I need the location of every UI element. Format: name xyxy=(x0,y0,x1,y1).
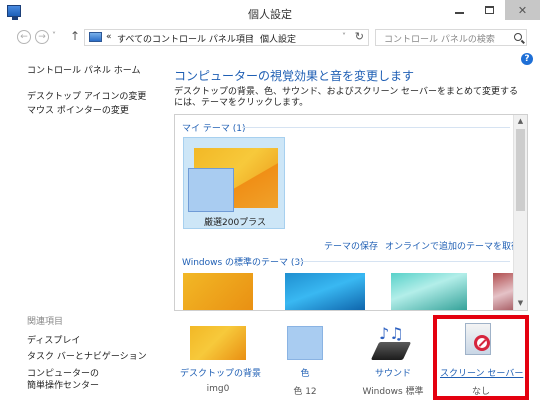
desktop-background-value: img0 xyxy=(206,384,230,394)
close-icon: ✕ xyxy=(517,3,528,17)
up-button[interactable]: ↑ xyxy=(70,29,80,43)
search-input[interactable]: コントロール パネルの検索 xyxy=(375,29,527,46)
my-themes-group-label: マイ テーマ (1) xyxy=(182,124,246,134)
see-also-display-link[interactable]: ディスプレイ xyxy=(27,333,80,346)
search-icon[interactable] xyxy=(514,33,522,41)
address-dropdown-icon[interactable]: ˅ xyxy=(342,32,346,41)
sidebar-home-link[interactable]: コントロール パネル ホーム xyxy=(27,63,140,76)
group-divider xyxy=(297,261,510,262)
control-panel-icon xyxy=(89,32,102,42)
music-notes-icon: ♪♫ xyxy=(379,324,404,343)
address-bar[interactable]: « すべてのコントロール パネル項目 › 個人設定 ˅ ↻ xyxy=(84,29,369,46)
back-arrow-icon: ← xyxy=(20,32,28,42)
sound-label[interactable]: サウンド xyxy=(358,366,428,379)
page-description: デスクトップの背景、色、サウンド、およびスクリーン セーバーをまとめて変更するに… xyxy=(174,87,518,108)
breadcrumb-all-items[interactable]: すべてのコントロール パネル項目 xyxy=(117,32,254,45)
color-label[interactable]: 色 xyxy=(275,366,335,379)
search-placeholder: コントロール パネルの検索 xyxy=(384,35,495,45)
scrollbar-thumb[interactable] xyxy=(516,129,525,211)
color-icon[interactable] xyxy=(287,326,323,360)
desktop-background-label[interactable]: デスクトップの背景 xyxy=(180,366,261,379)
refresh-icon[interactable]: ↻ xyxy=(355,30,364,43)
minimize-icon xyxy=(454,12,464,14)
group-divider xyxy=(242,127,510,128)
theme-list: マイ テーマ (1) 厳選200プラス テーマの保存 オンラインで追加のテーマを… xyxy=(174,114,528,311)
color-item[interactable]: 色 色 12 xyxy=(275,366,335,397)
navigation-bar: ← → ˅ ↑ « すべてのコントロール パネル項目 › 個人設定 ˅ ↻ コン… xyxy=(0,26,540,48)
speaker-icon xyxy=(370,342,412,360)
breadcrumb-overflow[interactable]: « xyxy=(106,32,112,42)
desktop-background-item[interactable]: デスクトップの背景 img0 xyxy=(180,366,261,394)
back-button[interactable]: ← xyxy=(17,30,31,44)
sound-item[interactable]: サウンド Windows 標準 xyxy=(358,366,428,397)
see-also-taskbar-link[interactable]: タスク バーとナビゲーション xyxy=(27,349,147,362)
theme-item[interactable] xyxy=(391,273,467,310)
get-more-themes-link[interactable]: オンラインで追加のテーマを取得 xyxy=(385,239,520,252)
default-themes-group-label: Windows の標準のテーマ (3) xyxy=(182,258,304,268)
breadcrumb-personalization[interactable]: 個人設定 xyxy=(260,32,296,45)
desktop-background-icon[interactable] xyxy=(190,326,246,360)
sidebar-desktop-icons-link[interactable]: デスクトップ アイコンの変更 xyxy=(27,89,146,102)
forward-arrow-icon: → xyxy=(38,32,46,42)
sidebar-mouse-pointer-link[interactable]: マウス ポインターの変更 xyxy=(27,103,129,116)
up-arrow-icon: ↑ xyxy=(70,29,81,43)
chevron-down-icon: ˅ xyxy=(52,31,56,40)
help-icon[interactable]: ? xyxy=(521,53,533,65)
theme-color-swatch xyxy=(188,168,234,212)
maximize-icon xyxy=(484,6,494,14)
scroll-up-icon[interactable]: ▲ xyxy=(514,115,527,128)
sound-icon[interactable]: ♪♫ xyxy=(370,324,412,362)
theme-name: 厳選200プラス xyxy=(204,218,266,228)
see-also-title: 関連項目 xyxy=(27,317,64,327)
save-theme-link[interactable]: テーマの保存 xyxy=(324,239,378,252)
theme-item-selected[interactable]: 厳選200プラス xyxy=(183,137,285,229)
sound-value: Windows 標準 xyxy=(362,387,424,397)
see-also-ease-of-access-link-line2[interactable]: 簡単操作センター xyxy=(27,378,99,391)
breadcrumb-separator: › xyxy=(250,32,254,42)
theme-item[interactable] xyxy=(285,273,365,310)
forward-button[interactable]: → xyxy=(35,30,49,44)
color-value: 色 12 xyxy=(293,387,317,397)
recent-locations-button[interactable]: ˅ xyxy=(52,31,56,40)
highlight-box xyxy=(433,315,529,400)
theme-item[interactable] xyxy=(183,273,253,310)
vertical-scrollbar[interactable]: ▲ ▼ xyxy=(513,115,527,310)
title-bar: 個人設定 ✕ xyxy=(0,0,540,26)
maximize-button[interactable] xyxy=(474,0,504,20)
minimize-button[interactable] xyxy=(444,0,474,20)
close-button[interactable]: ✕ xyxy=(505,0,540,20)
page-title: コンピューターの視覚効果と音を変更します xyxy=(174,69,415,83)
scroll-down-icon[interactable]: ▼ xyxy=(514,297,527,310)
